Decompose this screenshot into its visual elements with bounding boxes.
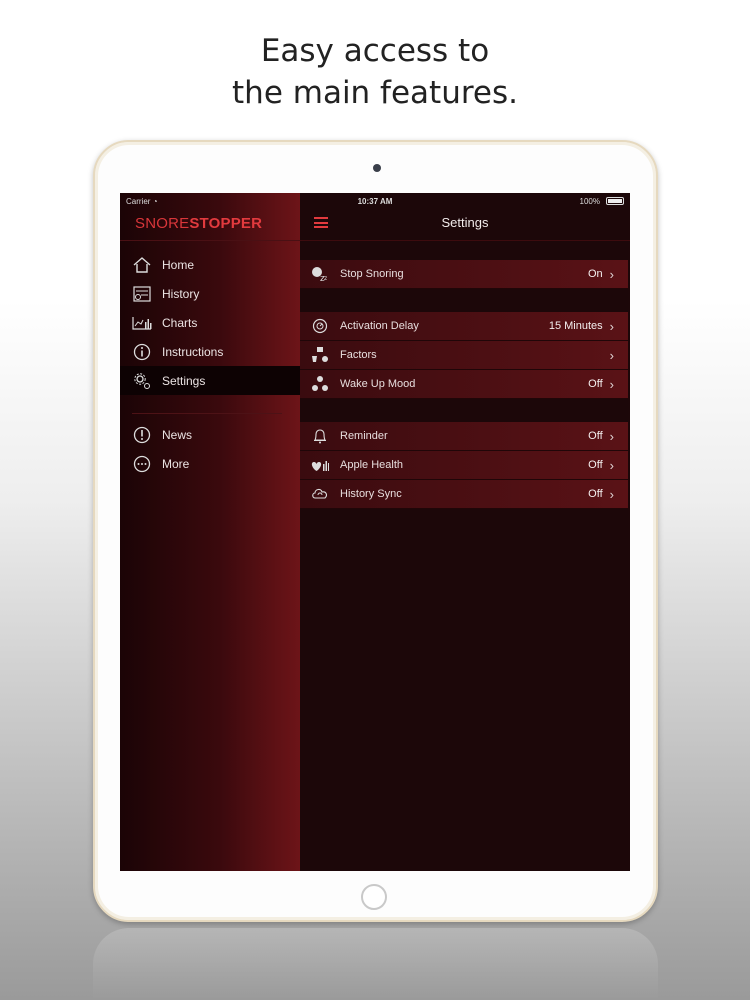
settings-row-label: Factors <box>340 349 377 361</box>
home-icon <box>132 256 152 274</box>
sidebar-item-history[interactable]: History <box>120 279 300 308</box>
more-icon <box>132 455 152 473</box>
headline-line-2: the main features. <box>232 75 518 111</box>
sidebar-item-charts[interactable]: Charts <box>120 308 300 337</box>
home-button[interactable] <box>361 884 387 910</box>
sidebar-item-label: History <box>162 286 200 301</box>
chart-icon <box>132 314 152 332</box>
headline-line-1: Easy access to <box>260 33 490 69</box>
device-reflection <box>93 928 658 1000</box>
settings-row-activation-delay[interactable]: Activation Delay 15 Minutes › <box>300 312 628 341</box>
sidebar-item-label: Instructions <box>162 344 224 359</box>
page-title: Settings <box>441 215 489 230</box>
settings-row-factors[interactable]: Factors › <box>300 341 628 370</box>
chevron-right-icon: › <box>609 428 614 444</box>
chevron-right-icon: › <box>609 376 614 392</box>
info-icon <box>132 343 152 361</box>
sidebar-item-news[interactable]: News <box>120 420 300 449</box>
bell-icon <box>310 428 330 444</box>
history-icon <box>132 285 152 303</box>
chevron-right-icon: › <box>609 457 614 473</box>
sidebar: SNORESTOPPER Home History Charts Instruc… <box>120 193 300 871</box>
settings-row-history-sync[interactable]: History Sync Off › <box>300 480 628 509</box>
gear-icon <box>132 372 152 390</box>
sidebar-nav-primary: Home History Charts Instructions Setting… <box>120 250 300 395</box>
settings-row-label: Reminder <box>340 430 388 442</box>
settings-row-value: Off <box>588 378 603 390</box>
settings-row-label: History Sync <box>340 488 402 500</box>
sidebar-item-home[interactable]: Home <box>120 250 300 279</box>
settings-row-value: Off <box>588 459 603 471</box>
health-icon <box>310 457 330 473</box>
news-icon <box>132 426 152 444</box>
chevron-right-icon: › <box>609 347 614 363</box>
settings-row-label: Wake Up Mood <box>340 378 416 390</box>
sidebar-item-label: Charts <box>162 315 198 330</box>
settings-row-label: Stop Snoring <box>340 268 404 280</box>
brand-part-1: SNORE <box>135 215 190 232</box>
settings-row-wake-up-mood[interactable]: Wake Up Mood Off › <box>300 370 628 399</box>
settings-row-stop-snoring[interactable]: zz Stop Snoring On › <box>300 260 628 289</box>
divider <box>300 240 630 241</box>
settings-row-value: 15 Minutes <box>548 320 603 332</box>
camera-dot <box>373 164 381 172</box>
sync-icon <box>310 486 330 502</box>
sidebar-item-more[interactable]: More <box>120 449 300 478</box>
brand-logo: SNORESTOPPER <box>135 215 262 232</box>
settings-row-value: On <box>587 268 603 280</box>
headline: Easy access to the main features. <box>0 30 750 114</box>
sidebar-nav-secondary: News More <box>120 420 300 478</box>
settings-row-label: Activation Delay <box>340 320 419 332</box>
settings-panel: Settings zz Stop Snoring On › Activation… <box>300 193 630 871</box>
sidebar-item-instructions[interactable]: Instructions <box>120 337 300 366</box>
sidebar-item-label: More <box>162 456 190 471</box>
sidebar-item-label: News <box>162 427 193 442</box>
brand-part-2: STOPPER <box>189 215 263 232</box>
snore-icon: zz <box>310 266 330 282</box>
sidebar-item-settings[interactable]: Settings <box>120 366 300 395</box>
settings-group-1: zz Stop Snoring On › <box>300 260 628 289</box>
divider <box>120 240 300 241</box>
chevron-right-icon: › <box>609 266 614 282</box>
settings-row-apple-health[interactable]: Apple Health Off › <box>300 451 628 480</box>
settings-row-reminder[interactable]: Reminder Off › <box>300 422 628 451</box>
sidebar-item-label: Settings <box>162 373 206 388</box>
app-screen: SNORESTOPPER Home History Charts Instruc… <box>120 193 630 871</box>
divider <box>132 413 282 414</box>
chevron-right-icon: › <box>609 318 614 334</box>
settings-row-value: Off <box>588 430 603 442</box>
chevron-right-icon: › <box>609 486 614 502</box>
mood-icon <box>310 376 330 392</box>
settings-row-value: Off <box>588 488 603 500</box>
sidebar-item-label: Home <box>162 257 195 272</box>
settings-group-3: Reminder Off › Apple Health Off › Histor… <box>300 422 628 509</box>
svg-text:z: z <box>324 275 327 282</box>
factors-icon <box>310 347 330 363</box>
settings-row-label: Apple Health <box>340 459 403 471</box>
settings-group-2: Activation Delay 15 Minutes › Factors › … <box>300 312 628 399</box>
timer-icon <box>310 318 330 334</box>
